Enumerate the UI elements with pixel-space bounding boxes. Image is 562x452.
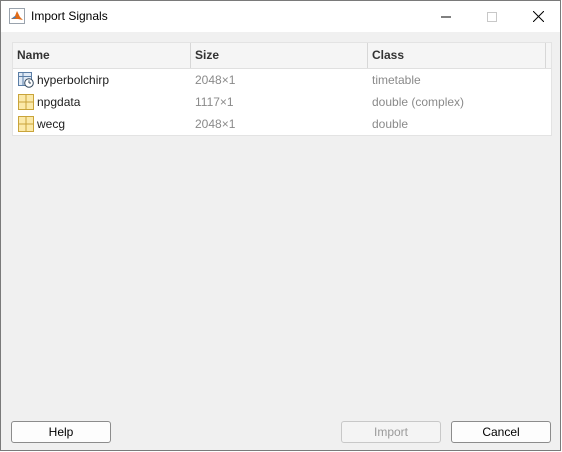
column-header-class[interactable]: Class	[368, 43, 546, 68]
row-size: 1117×1	[195, 95, 234, 109]
title-bar[interactable]: Import Signals	[1, 1, 560, 32]
close-icon	[532, 11, 544, 22]
row-name: npgdata	[37, 95, 81, 109]
table-header: Name Size Class	[13, 43, 551, 69]
row-class: double (complex)	[372, 95, 465, 109]
table-row[interactable]: hyperbolchirp 2048×1 timetable	[13, 69, 551, 91]
help-button[interactable]: Help	[11, 421, 111, 443]
column-header-size[interactable]: Size	[191, 43, 368, 68]
maximize-button	[469, 1, 515, 32]
cancel-button[interactable]: Cancel	[451, 421, 551, 443]
minimize-button[interactable]	[423, 1, 469, 32]
row-size: 2048×1	[195, 73, 236, 87]
row-class: timetable	[372, 73, 421, 87]
table-row[interactable]: npgdata 1117×1 double (complex)	[13, 91, 551, 113]
column-header-name[interactable]: Name	[13, 43, 191, 68]
row-size: 2048×1	[195, 117, 236, 131]
matrix-variable-icon	[18, 94, 34, 110]
import-signals-dialog: Import Signals Name Size Class hyperbolc…	[0, 0, 561, 451]
table-row[interactable]: wecg 2048×1 double	[13, 113, 551, 135]
row-name: wecg	[37, 117, 66, 131]
window-title: Import Signals	[31, 9, 108, 23]
maximize-icon	[487, 11, 497, 22]
row-class: double	[372, 117, 409, 131]
signals-table[interactable]: Name Size Class hyperbolchirp 2048×1 tim…	[12, 42, 552, 136]
matrix-variable-icon	[18, 116, 34, 132]
matlab-app-icon	[9, 8, 25, 24]
minimize-icon	[441, 16, 451, 17]
import-button[interactable]: Import	[341, 421, 441, 443]
timetable-icon	[18, 72, 34, 88]
close-button[interactable]	[515, 1, 561, 32]
row-name: hyperbolchirp	[37, 73, 110, 87]
